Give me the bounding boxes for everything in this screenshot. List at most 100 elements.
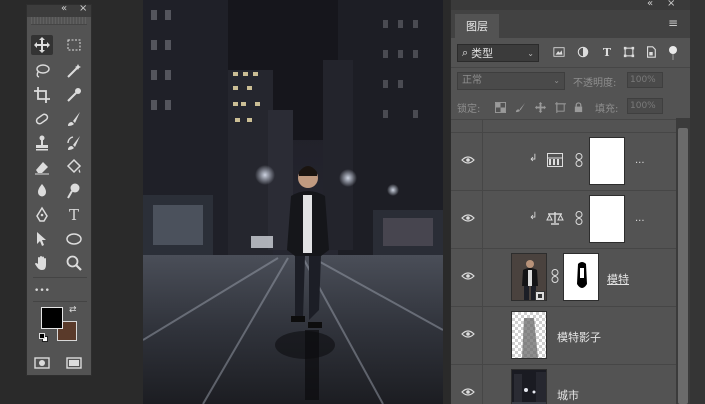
foreground-color-swatch[interactable] — [41, 307, 63, 329]
blend-row: 正常 ⌄ 不透明度: 100% — [451, 68, 691, 94]
ellipse-tool-icon[interactable] — [63, 229, 85, 249]
pixel-filter-icon[interactable] — [551, 44, 567, 60]
opacity-input[interactable]: 100% — [627, 72, 663, 88]
lock-transparent-icon[interactable] — [493, 100, 507, 114]
photoshop-workspace: « × T ••• ⇄ « × 图层 ≡ ⌕ 类型 ⌄ T 正常 ⌄ 不透明度:… — [0, 0, 705, 404]
history-brush-icon[interactable] — [63, 133, 85, 153]
smart-object-icon — [535, 291, 545, 301]
magic-wand-icon[interactable] — [63, 61, 85, 81]
blur-tool-icon[interactable] — [31, 181, 53, 201]
eraser-tool-icon[interactable] — [31, 157, 53, 177]
tab-layers[interactable]: 图层 — [455, 14, 499, 38]
layer-row-partial[interactable] — [451, 120, 677, 132]
layer-mask-thumbnail[interactable] — [589, 195, 625, 243]
lock-pixels-icon[interactable] — [513, 100, 527, 114]
opacity-label: 不透明度: — [573, 78, 617, 89]
hand-tool-icon[interactable] — [31, 253, 53, 273]
filter-kind-select[interactable]: ⌕ 类型 ⌄ — [457, 44, 539, 62]
eye-icon[interactable] — [461, 213, 475, 223]
edit-toolbar-icon[interactable]: ••• — [31, 281, 53, 301]
lasso-tool-icon[interactable] — [31, 61, 53, 81]
layer-thumbnail[interactable] — [511, 311, 547, 359]
layer-row[interactable]: 模特 — [451, 248, 677, 306]
clone-stamp-icon[interactable] — [31, 133, 53, 153]
type-filter-icon[interactable]: T — [599, 44, 615, 60]
eye-icon[interactable] — [461, 329, 475, 339]
tools-titlebar: « × — [27, 3, 91, 17]
clipping-arrow-icon: ↲ — [529, 153, 538, 164]
smart-object-filter-icon[interactable] — [643, 44, 659, 60]
link-chain-icon[interactable] — [575, 153, 583, 167]
lock-row: 锁定: 填充: 100% — [451, 94, 691, 120]
blend-mode-value: 正常 — [462, 75, 482, 86]
filter-toggle-stem — [672, 54, 674, 60]
search-icon: ⌕ — [462, 46, 469, 59]
clipping-arrow-icon: ↲ — [529, 211, 538, 222]
eye-icon[interactable] — [461, 387, 475, 397]
layer-name[interactable]: 模特 — [607, 271, 629, 287]
collapse-icon[interactable]: « — [647, 0, 653, 9]
filter-toggle[interactable] — [669, 46, 677, 54]
layers-scrollbar[interactable] — [676, 118, 690, 404]
lock-artboard-icon[interactable] — [553, 100, 567, 114]
eye-icon[interactable] — [461, 155, 475, 165]
document-canvas[interactable] — [143, 0, 443, 404]
panel-menu-icon[interactable]: ≡ — [668, 16, 678, 30]
layer-mask-thumbnail[interactable] — [589, 137, 625, 185]
layer-row[interactable]: 模特影子 — [451, 306, 677, 364]
visibility-column — [451, 120, 483, 132]
layer-row[interactable]: 城市 — [451, 364, 677, 404]
zoom-tool-icon[interactable] — [63, 253, 85, 273]
adjustment-filter-icon[interactable] — [575, 44, 591, 60]
tool-divider — [33, 277, 87, 278]
eyedropper-icon[interactable] — [63, 85, 85, 105]
quick-mask-icon[interactable] — [31, 353, 53, 373]
close-icon[interactable]: × — [667, 0, 675, 9]
fill-input[interactable]: 100% — [627, 98, 663, 114]
layers-tabbar: 图层 ≡ — [451, 10, 690, 38]
layer-row[interactable]: ↲ ... — [451, 190, 677, 248]
chevron-down-icon: ⌄ — [553, 76, 560, 85]
dodge-tool-icon[interactable] — [63, 181, 85, 201]
screen-mode-icon[interactable] — [63, 353, 85, 373]
panel-grip[interactable] — [31, 17, 87, 25]
shape-filter-icon[interactable] — [621, 44, 637, 60]
collapse-icon[interactable]: « — [61, 3, 67, 14]
scrollbar-thumb[interactable] — [678, 128, 688, 404]
lock-label: 锁定: — [457, 104, 481, 115]
layer-name[interactable]: 城市 — [557, 387, 579, 403]
filter-row: ⌕ 类型 ⌄ T — [451, 38, 691, 68]
eye-icon[interactable] — [461, 271, 475, 281]
brush-tool-icon[interactable] — [63, 109, 85, 129]
lock-all-icon[interactable] — [571, 100, 585, 114]
paint-bucket-icon[interactable] — [63, 157, 85, 177]
layer-more-dots: ... — [635, 155, 645, 166]
tools-panel: « × T ••• ⇄ — [26, 3, 92, 376]
tool-divider — [33, 301, 87, 302]
layer-row[interactable]: ↲ ... — [451, 132, 677, 190]
close-icon[interactable]: × — [79, 3, 87, 14]
link-chain-icon[interactable] — [551, 269, 559, 283]
pen-tool-icon[interactable] — [31, 205, 53, 225]
type-tool-icon[interactable]: T — [63, 205, 85, 225]
blend-mode-select[interactable]: 正常 ⌄ — [457, 72, 565, 90]
default-colors-icon[interactable] — [39, 333, 49, 343]
levels-adjustment-icon — [547, 153, 563, 167]
link-chain-icon[interactable] — [575, 211, 583, 225]
chevron-down-icon: ⌄ — [527, 48, 534, 58]
swap-colors-icon[interactable]: ⇄ — [69, 305, 77, 315]
layer-name[interactable]: 模特影子 — [557, 329, 601, 345]
street-photo — [143, 0, 443, 404]
path-selection-icon[interactable] — [31, 229, 53, 249]
layer-thumbnail[interactable] — [511, 369, 547, 404]
healing-brush-icon[interactable] — [31, 109, 53, 129]
lock-position-icon[interactable] — [533, 100, 547, 114]
layer-mask-thumbnail[interactable] — [563, 253, 599, 301]
crop-tool-icon[interactable] — [31, 85, 53, 105]
marquee-tool-icon[interactable] — [63, 35, 85, 55]
fill-label: 填充: — [595, 104, 619, 115]
visibility-column — [451, 365, 483, 404]
layers-topstrip: « × — [451, 0, 690, 10]
right-dock-edge — [690, 0, 705, 404]
move-tool-icon[interactable] — [31, 35, 53, 55]
